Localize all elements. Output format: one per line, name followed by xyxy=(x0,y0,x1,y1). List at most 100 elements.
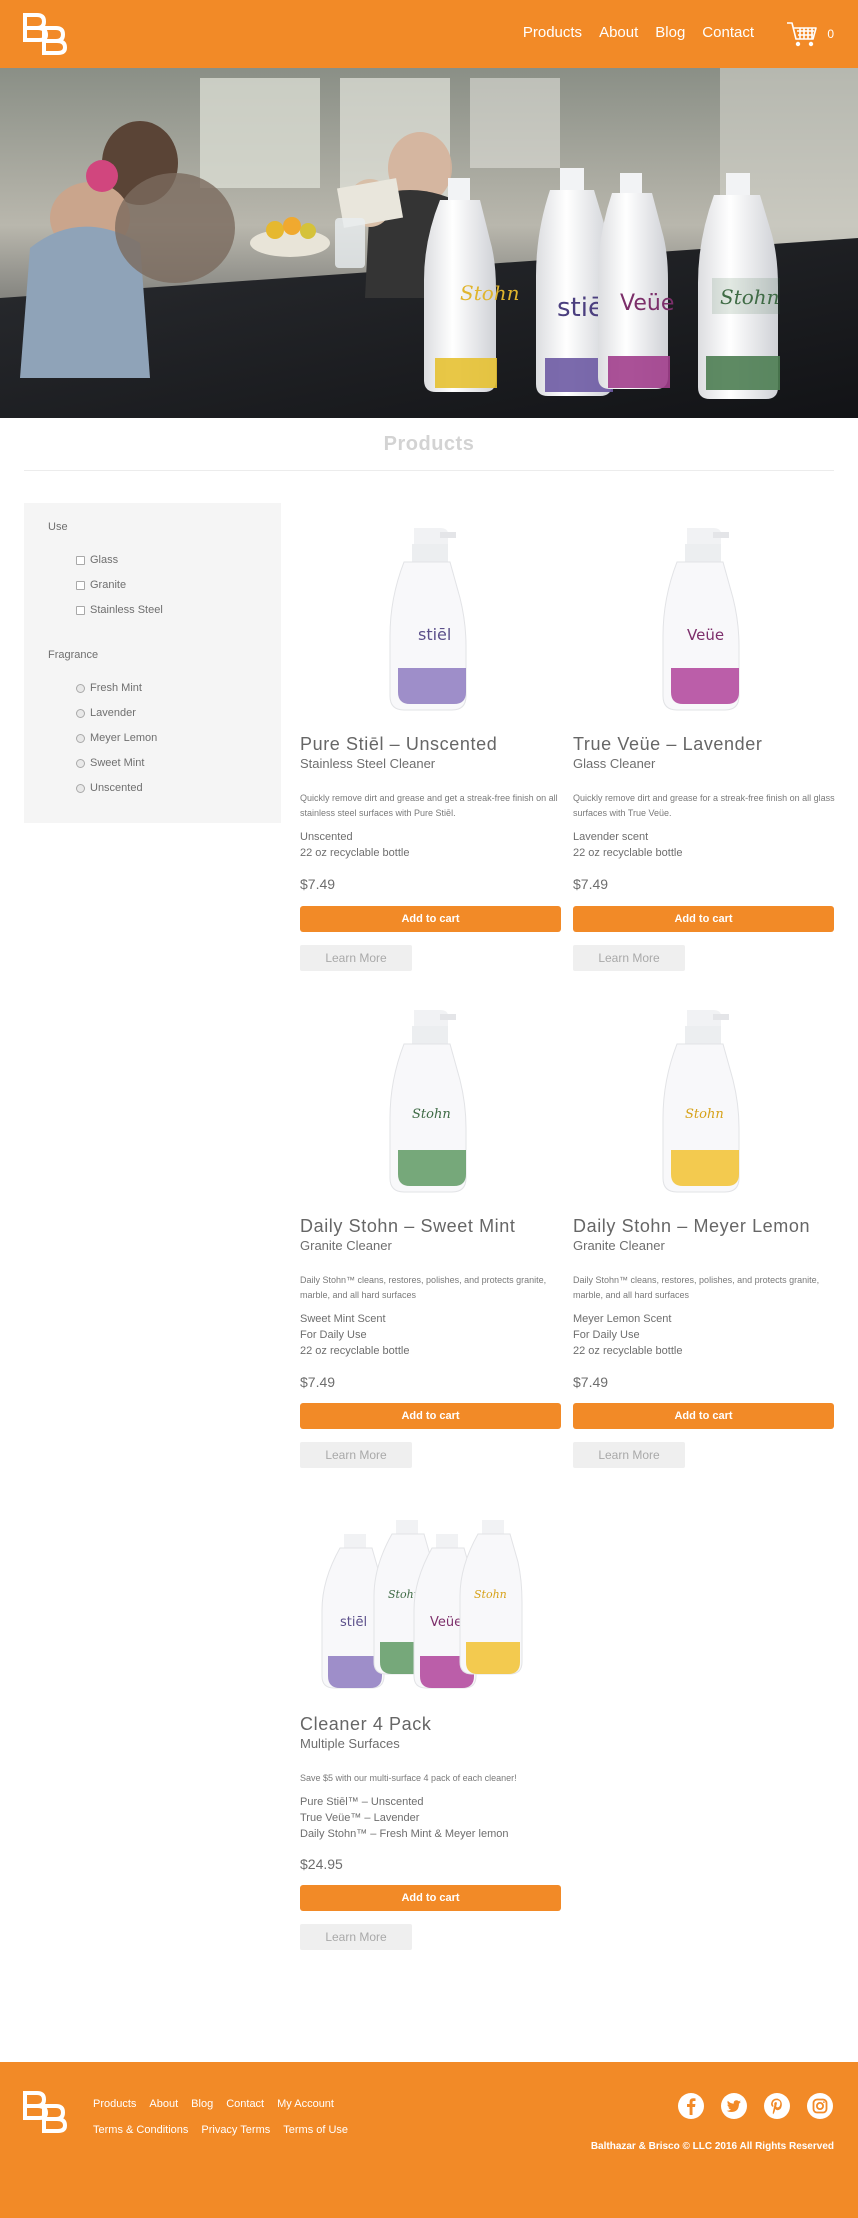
twitter-icon[interactable] xyxy=(720,2092,748,2120)
filter-use-granite[interactable]: Granite xyxy=(76,579,126,591)
radio[interactable] xyxy=(76,733,85,743)
nav-contact[interactable]: Contact xyxy=(702,24,754,41)
product-detail: Unscented xyxy=(300,831,353,843)
page-title: Products xyxy=(383,433,475,455)
filter-use-glass[interactable]: Glass xyxy=(76,554,118,566)
svg-text:Stohn: Stohn xyxy=(685,1107,724,1122)
product-card: stiēl Stohn Veüe Stohn Cleaner 4 Pack Mu… xyxy=(300,1502,562,1972)
shopping-cart-icon[interactable] xyxy=(786,20,818,48)
svg-text:Veüe: Veüe xyxy=(620,291,674,316)
filter-heading-use: Use xyxy=(48,521,68,533)
add-to-cart-button[interactable]: Add to cart xyxy=(573,906,834,932)
filter-use-stainless-steel[interactable]: Stainless Steel xyxy=(76,604,163,616)
product-detail: True Veüe™ – Lavender xyxy=(300,1812,420,1824)
hero-image: Stohn stiēl Veüe Stohn xyxy=(0,68,858,418)
radio[interactable] xyxy=(76,708,85,718)
add-to-cart-button[interactable]: Add to cart xyxy=(573,1403,834,1429)
filter-option-label: Stainless Steel xyxy=(90,604,163,616)
footer-link-terms-conditions[interactable]: Terms & Conditions xyxy=(93,2124,188,2136)
product-name[interactable]: Cleaner 4 Pack xyxy=(300,1714,431,1735)
b-and-b-logo-icon[interactable] xyxy=(22,12,70,56)
checkbox[interactable] xyxy=(76,555,85,565)
nav-blog[interactable]: Blog xyxy=(655,24,685,41)
instagram-icon[interactable] xyxy=(806,2092,834,2120)
product-description: Quickly remove dirt and grease for a str… xyxy=(573,793,835,818)
svg-text:Veüe: Veüe xyxy=(430,1615,462,1630)
filter-fragrance-sweet-mint[interactable]: Sweet Mint xyxy=(76,757,144,769)
footer-link-blog[interactable]: Blog xyxy=(191,2098,213,2110)
product-image-cleaner-4-pack[interactable]: stiēl Stohn Veüe Stohn xyxy=(300,1502,562,1702)
learn-more-button[interactable]: Learn More xyxy=(300,945,412,971)
learn-more-button[interactable]: Learn More xyxy=(300,1924,412,1950)
svg-text:Veüe: Veüe xyxy=(687,626,724,644)
footer-link-about[interactable]: About xyxy=(149,2098,178,2110)
learn-more-button[interactable]: Learn More xyxy=(573,945,685,971)
add-to-cart-button[interactable]: Add to cart xyxy=(300,1885,561,1911)
cart-count: 0 xyxy=(827,27,834,41)
radio[interactable] xyxy=(76,758,85,768)
product-subtitle: Granite Cleaner xyxy=(573,1238,665,1253)
product-card: Stohn Daily Stohn – Meyer Lemon Granite … xyxy=(573,1002,835,1472)
filter-option-label: Sweet Mint xyxy=(90,757,145,769)
pinterest-icon[interactable] xyxy=(763,2092,791,2120)
product-image-pure-stiel[interactable]: stiēl xyxy=(300,520,562,720)
filter-fragrance-fresh-mint[interactable]: Fresh Mint xyxy=(76,682,142,694)
product-name[interactable]: Daily Stohn – Sweet Mint xyxy=(300,1216,516,1237)
b-and-b-logo-icon[interactable] xyxy=(22,2090,70,2134)
site-header: Products About Blog Contact 0 xyxy=(0,0,858,68)
filter-fragrance-lavender[interactable]: Lavender xyxy=(76,707,136,719)
product-description: Save $5 with our multi-surface 4 pack of… xyxy=(300,1773,517,1783)
site-footer: Products About Blog Contact My Account T… xyxy=(0,2062,858,2218)
learn-more-button[interactable]: Learn More xyxy=(300,1442,412,1468)
learn-more-button[interactable]: Learn More xyxy=(573,1442,685,1468)
product-detail: Pure Stiēl™ – Unscented xyxy=(300,1796,424,1808)
product-detail: 22 oz recyclable bottle xyxy=(573,1345,683,1357)
footer-link-my-account[interactable]: My Account xyxy=(277,2098,334,2110)
filter-option-label: Unscented xyxy=(90,782,143,794)
add-to-cart-button[interactable]: Add to cart xyxy=(300,1403,561,1429)
main-nav: Products About Blog Contact xyxy=(523,24,754,41)
product-detail: Lavender scent xyxy=(573,831,649,843)
filter-option-label: Granite xyxy=(90,579,127,591)
product-image-true-veue[interactable]: Veüe xyxy=(573,520,835,720)
footer-link-privacy-terms[interactable]: Privacy Terms xyxy=(201,2124,270,2136)
add-to-cart-button[interactable]: Add to cart xyxy=(300,906,561,932)
product-card: Stohn Daily Stohn – Sweet Mint Granite C… xyxy=(300,1002,562,1472)
product-image-daily-stohn-meyer-lemon[interactable]: Stohn xyxy=(573,1002,835,1202)
product-detail: For Daily Use xyxy=(573,1329,640,1341)
product-price: $7.49 xyxy=(573,876,609,892)
footer-link-terms-of-use[interactable]: Terms of Use xyxy=(283,2124,348,2136)
product-image-daily-stohn-sweet-mint[interactable]: Stohn xyxy=(300,1002,562,1202)
product-detail: 22 oz recyclable bottle xyxy=(300,1345,410,1357)
product-detail: 22 oz recyclable bottle xyxy=(300,847,410,859)
checkbox[interactable] xyxy=(76,605,85,615)
nav-products[interactable]: Products xyxy=(523,24,582,41)
product-name[interactable]: Daily Stohn – Meyer Lemon xyxy=(573,1216,810,1237)
title-divider xyxy=(24,470,834,471)
product-subtitle: Stainless Steel Cleaner xyxy=(300,756,436,771)
checkbox[interactable] xyxy=(76,580,85,590)
filter-panel: Use Glass Granite Stainless Steel Fragra… xyxy=(24,503,281,823)
radio[interactable] xyxy=(76,683,85,693)
product-price: $7.49 xyxy=(300,876,336,892)
product-subtitle: Granite Cleaner xyxy=(300,1238,392,1253)
product-detail: Daily Stohn™ – Fresh Mint & Meyer lemon xyxy=(300,1828,509,1840)
product-detail: Meyer Lemon Scent xyxy=(573,1313,672,1325)
footer-link-contact[interactable]: Contact xyxy=(226,2098,264,2110)
nav-about[interactable]: About xyxy=(599,24,638,41)
svg-text:Stohn: Stohn xyxy=(412,1107,451,1122)
footer-link-products[interactable]: Products xyxy=(93,2098,136,2110)
product-card: stiēl Pure Stiēl – Unscented Stainless S… xyxy=(300,520,562,980)
facebook-icon[interactable] xyxy=(677,2092,705,2120)
product-name[interactable]: True Veüe – Lavender xyxy=(573,734,762,755)
filter-fragrance-meyer-lemon[interactable]: Meyer Lemon xyxy=(76,732,157,744)
copyright-text: Balthazar & Brisco © LLC 2016 All Rights… xyxy=(590,2141,834,2152)
product-price: $7.49 xyxy=(300,1374,336,1390)
product-card: Veüe True Veüe – Lavender Glass Cleaner … xyxy=(573,520,835,980)
product-detail: Sweet Mint Scent xyxy=(300,1313,386,1325)
svg-text:stiēl: stiēl xyxy=(418,625,451,644)
filter-fragrance-unscented[interactable]: Unscented xyxy=(76,782,143,794)
radio[interactable] xyxy=(76,783,85,793)
filter-option-label: Glass xyxy=(90,554,119,566)
product-name[interactable]: Pure Stiēl – Unscented xyxy=(300,734,497,755)
